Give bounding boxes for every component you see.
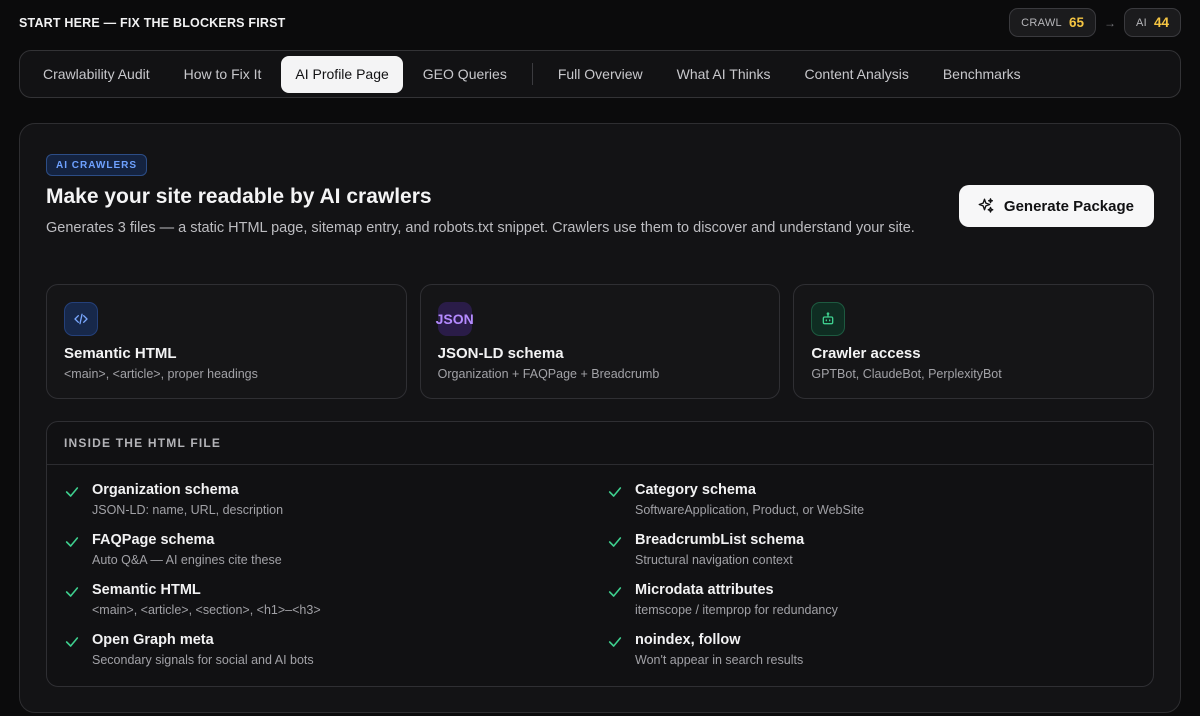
list-item: noindex, follow Won't appear in search re… [607,631,1136,669]
list-item: Category schema SoftwareApplication, Prod… [607,481,1136,519]
ai-crawlers-badge: AI CRAWLERS [46,154,147,176]
list-item: BreadcrumbList schema Structural navigati… [607,531,1136,569]
feature-card-json-ld: JSON JSON-LD schema Organization + FAQPa… [419,284,781,399]
item-title: Open Graph meta [92,632,214,648]
feature-subtitle: <main>, <article>, proper headings [64,367,258,381]
inside-html-file-panel: INSIDE THE HTML FILE Organization schema… [46,421,1154,687]
crawl-score-value: 65 [1068,15,1084,30]
check-icon [608,487,622,497]
item-subtitle: Won't appear in search results [635,653,804,667]
crawl-score-label: CRAWL [1021,16,1062,29]
feature-card-semantic-html: Semantic HTML <main>, <article>, proper … [46,284,407,399]
item-title: FAQPage schema [92,532,215,548]
item-subtitle: Auto Q&A — AI engines cite these [92,553,282,567]
arrow-right-icon: → [1103,15,1116,30]
bot-icon [811,302,846,336]
feature-title: JSON-LD schema [437,345,564,362]
tab-geo-queries[interactable]: GEO Queries [409,56,521,93]
section-description: Generates 3 files — a static HTML page, … [46,220,915,236]
item-title: Organization schema [92,482,239,498]
check-icon [65,487,79,497]
ai-score-value: 44 [1153,15,1169,30]
tab-how-to-fix-it[interactable]: How to Fix It [170,56,276,93]
tab-content-analysis[interactable]: Content Analysis [791,56,923,93]
score-group: CRAWL 65 → AI 44 [1009,8,1181,37]
ai-score-badge[interactable]: AI 44 [1123,8,1181,37]
section-title: Make your site readable by AI crawlers [46,185,432,208]
list-item: Semantic HTML <main>, <article>, <section… [64,581,607,619]
item-title: Microdata attributes [635,582,774,598]
ai-score-label: AI [1135,16,1147,29]
page-title: START HERE — FIX THE BLOCKERS FIRST [19,15,286,30]
generate-package-label: Generate Package [1003,197,1134,215]
list-item: Microdata attributes itemscope / itemprop… [607,581,1136,619]
tab-bar: Crawlability Audit How to Fix It AI Prof… [19,50,1181,98]
top-bar: START HERE — FIX THE BLOCKERS FIRST CRAW… [19,8,1181,37]
list-item: FAQPage schema Auto Q&A — AI engines cite… [64,531,607,569]
feature-title: Semantic HTML [64,345,177,362]
feature-title: Crawler access [811,345,921,362]
item-subtitle: JSON-LD: name, URL, description [92,503,284,517]
check-icon [608,537,622,547]
item-subtitle: Structural navigation context [635,553,793,567]
check-icon [65,637,79,647]
feature-subtitle: GPTBot, ClaudeBot, PerplexityBot [811,367,1002,381]
ai-profile-card: AI CRAWLERS Make your site readable by A… [19,123,1181,713]
tab-divider [531,63,533,85]
json-icon: JSON [436,302,474,336]
item-title: Semantic HTML [92,582,201,598]
feature-card-crawler-access: Crawler access GPTBot, ClaudeBot, Perple… [793,284,1155,399]
tab-full-overview[interactable]: Full Overview [544,56,657,93]
sparkles-icon [978,198,994,213]
tab-ai-profile-page[interactable]: AI Profile Page [281,55,403,93]
inside-items-grid: Organization schema JSON-LD: name, URL, d… [64,481,1136,669]
crawl-score-badge[interactable]: CRAWL 65 [1009,8,1096,37]
code-icon [64,302,98,336]
check-icon [608,637,622,647]
item-subtitle: <main>, <article>, <section>, <h1>–<h3> [92,603,321,617]
list-item: Organization schema JSON-LD: name, URL, d… [64,481,607,519]
check-icon [608,587,622,597]
feature-cards: Semantic HTML <main>, <article>, proper … [46,284,1155,399]
item-subtitle: SoftwareApplication, Product, or WebSite [635,503,865,517]
list-item: Open Graph meta Secondary signals for soc… [64,631,607,669]
feature-subtitle: Organization + FAQPage + Breadcrumb [437,367,660,381]
tab-crawlability-audit[interactable]: Crawlability Audit [29,56,164,93]
item-subtitle: Secondary signals for social and AI bots [92,653,314,667]
item-title: noindex, follow [635,632,741,648]
tab-what-ai-thinks[interactable]: What AI Thinks [663,56,785,93]
generate-package-button[interactable]: Generate Package [958,185,1154,227]
item-subtitle: itemscope / itemprop for redundancy [635,603,838,617]
item-title: Category schema [635,482,756,498]
inside-heading: INSIDE THE HTML FILE [47,422,1153,465]
check-icon [65,587,79,597]
check-icon [65,537,79,547]
item-title: BreadcrumbList schema [635,532,805,548]
tab-benchmarks[interactable]: Benchmarks [929,56,1035,93]
